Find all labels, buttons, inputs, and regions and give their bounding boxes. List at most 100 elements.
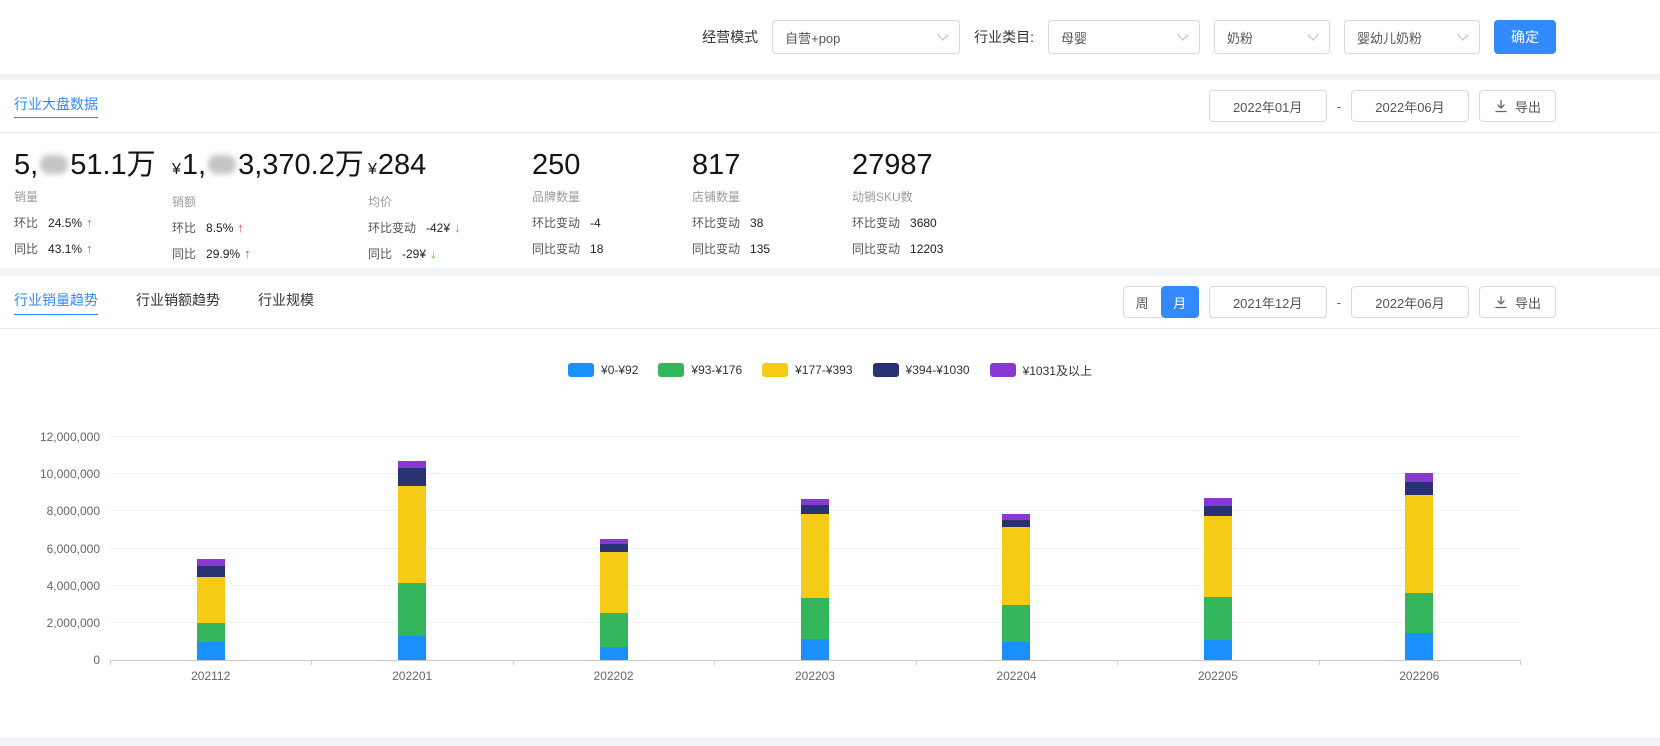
x-axis-tick xyxy=(110,660,111,665)
bar-segment[interactable] xyxy=(801,598,829,639)
dashboard-page: 经营模式 自营+pop 行业类目: 母婴 奶粉 婴幼儿奶粉 确定 行业大盘数据 … xyxy=(0,0,1660,738)
metric-label: 环比 xyxy=(172,221,196,235)
kpi-value: 5,51.1万 xyxy=(14,147,172,183)
category-level1-select[interactable]: 母婴 xyxy=(1048,20,1200,54)
bar-segment[interactable] xyxy=(600,552,628,613)
overview-start-month-picker[interactable]: 2022年01月 xyxy=(1209,90,1327,122)
legend-item[interactable]: ¥394-¥1030 xyxy=(873,363,970,377)
stacked-bar-202205[interactable] xyxy=(1204,498,1232,660)
gridline xyxy=(110,473,1520,474)
down-arrow-icon: ↓ xyxy=(430,246,437,261)
metric-value: -42¥ xyxy=(426,221,450,235)
business-mode-select[interactable]: 自营+pop xyxy=(772,20,960,54)
kpi-label: 动销SKU数 xyxy=(852,188,943,205)
bar-segment[interactable] xyxy=(398,461,426,468)
bar-segment[interactable] xyxy=(1002,520,1030,527)
kpi-metric-row: 环比24.5%↑ xyxy=(14,214,172,231)
trend-export-button[interactable]: 导出 xyxy=(1479,286,1556,318)
stacked-bar-202202[interactable] xyxy=(600,539,628,660)
bar-segment[interactable] xyxy=(398,636,426,660)
chevron-down-icon xyxy=(1177,29,1188,40)
legend-item[interactable]: ¥93-¥176 xyxy=(658,363,742,377)
trend-tabs: 行业销量趋势 行业销额趋势 行业规模 xyxy=(14,290,314,315)
trend-start-month-picker[interactable]: 2021年12月 xyxy=(1209,286,1327,318)
bar-segment[interactable] xyxy=(1405,473,1433,482)
bar-segment[interactable] xyxy=(801,639,829,660)
bar-segment[interactable] xyxy=(197,642,225,660)
bar-segment[interactable] xyxy=(1204,640,1232,660)
business-mode-label: 经营模式 xyxy=(702,27,758,47)
bar-segment[interactable] xyxy=(801,505,829,514)
overview-end-month-picker[interactable]: 2022年06月 xyxy=(1351,90,1469,122)
bar-segment[interactable] xyxy=(1204,498,1232,506)
bar-segment[interactable] xyxy=(1405,495,1433,594)
bar-segment[interactable] xyxy=(600,647,628,660)
down-arrow-icon: ↓ xyxy=(454,220,461,235)
stacked-bar-202112[interactable] xyxy=(197,559,225,660)
overview-export-button[interactable]: 导出 xyxy=(1479,90,1556,122)
bar-segment[interactable] xyxy=(398,468,426,486)
redacted-blur xyxy=(40,155,68,174)
currency-symbol: ¥ xyxy=(368,161,377,178)
tab-industry-sales-amount-trend[interactable]: 行业销额趋势 xyxy=(136,290,220,315)
export-label: 导出 xyxy=(1515,97,1541,116)
export-label: 导出 xyxy=(1515,293,1541,312)
stacked-bar-202204[interactable] xyxy=(1002,514,1030,660)
kpi-card-5: 27987动销SKU数环比变动3680同比变动12203 xyxy=(852,147,943,262)
bar-segment[interactable] xyxy=(1405,633,1433,660)
metric-label: 环比变动 xyxy=(692,216,740,230)
metric-label: 环比 xyxy=(14,216,38,230)
bar-segment[interactable] xyxy=(1405,482,1433,495)
category-level2-select[interactable]: 奶粉 xyxy=(1214,20,1330,54)
legend-item[interactable]: ¥0-¥92 xyxy=(568,363,638,377)
overview-end-month-value: 2022年06月 xyxy=(1375,97,1444,116)
month-toggle-button[interactable]: 月 xyxy=(1161,286,1199,318)
tab-industry-sales-volume-trend[interactable]: 行业销量趋势 xyxy=(14,290,98,315)
bar-segment[interactable] xyxy=(1002,527,1030,606)
bar-segment[interactable] xyxy=(197,559,225,566)
x-axis-category-label: 202203 xyxy=(795,669,835,683)
bar-segment[interactable] xyxy=(801,514,829,599)
overview-controls: 2022年01月 - 2022年06月 导出 xyxy=(1209,90,1556,122)
redacted-blur xyxy=(208,155,236,174)
bar-segment[interactable] xyxy=(1002,605,1030,642)
stacked-bar-202206[interactable] xyxy=(1405,473,1433,660)
x-axis-tick xyxy=(714,660,715,665)
kpi-value-text: 250 xyxy=(532,149,580,181)
kpi-card-3: 250品牌数量环比变动-4同比变动18 xyxy=(532,147,692,262)
filter-bar: 经营模式 自营+pop 行业类目: 母婴 奶粉 婴幼儿奶粉 确定 xyxy=(0,0,1660,74)
confirm-button[interactable]: 确定 xyxy=(1494,20,1556,54)
bar-segment[interactable] xyxy=(197,623,225,642)
week-toggle-button[interactable]: 周 xyxy=(1123,286,1161,318)
trend-end-month-picker[interactable]: 2022年06月 xyxy=(1351,286,1469,318)
kpi-metric-row: 环比变动-42¥↓ xyxy=(368,219,532,236)
bar-segment[interactable] xyxy=(197,566,225,577)
legend-item[interactable]: ¥1031及以上 xyxy=(990,362,1092,379)
tab-industry-scale[interactable]: 行业规模 xyxy=(258,290,314,315)
bar-segment[interactable] xyxy=(600,613,628,647)
trend-end-month-value: 2022年06月 xyxy=(1375,293,1444,312)
stacked-bar-202201[interactable] xyxy=(398,461,426,660)
overview-title-link[interactable]: 行业大盘数据 xyxy=(14,94,98,118)
bar-segment[interactable] xyxy=(1405,593,1433,633)
bar-segment[interactable] xyxy=(1204,506,1232,516)
kpi-value: 817 xyxy=(692,147,852,183)
kpi-label: 店铺数量 xyxy=(692,188,852,205)
bar-segment[interactable] xyxy=(600,544,628,553)
bar-segment[interactable] xyxy=(197,577,225,623)
metric-value: 12203 xyxy=(910,242,943,256)
legend-item[interactable]: ¥177-¥393 xyxy=(762,363,852,377)
bar-segment[interactable] xyxy=(1002,642,1030,660)
kpi-card-0: 5,51.1万销量环比24.5%↑同比43.1%↑ xyxy=(14,147,172,262)
legend-swatch xyxy=(873,363,899,377)
category-level3-select[interactable]: 婴幼儿奶粉 xyxy=(1344,20,1480,54)
kpi-value: ¥284 xyxy=(368,147,532,188)
kpi-value-text: 1, xyxy=(182,149,206,181)
bar-segment[interactable] xyxy=(398,486,426,584)
bar-segment[interactable] xyxy=(1204,516,1232,598)
stacked-bar-202203[interactable] xyxy=(801,499,829,660)
bar-segment[interactable] xyxy=(1204,597,1232,640)
bar-segment[interactable] xyxy=(398,583,426,636)
kpi-row: 5,51.1万销量环比24.5%↑同比43.1%↑¥1,3,370.2万销额环比… xyxy=(0,133,1660,262)
up-arrow-icon: ↑ xyxy=(244,246,251,261)
